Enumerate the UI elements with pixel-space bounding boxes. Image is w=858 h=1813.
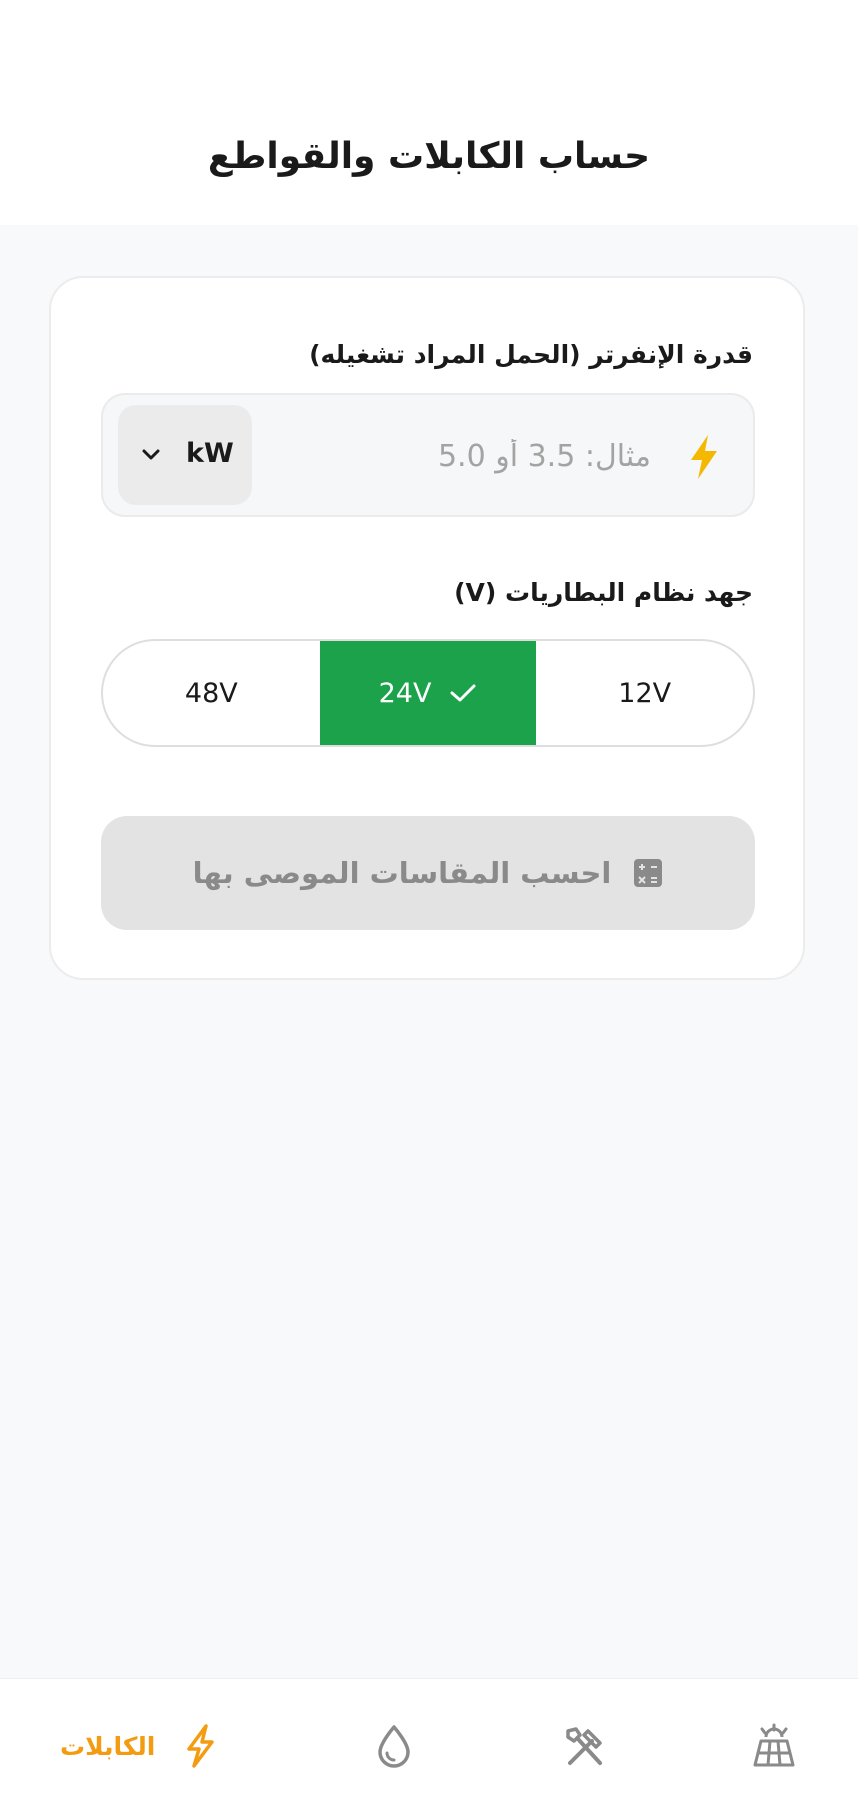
voltage-selector: 48V 24V 12V <box>101 639 755 747</box>
check-icon <box>450 684 476 702</box>
inverter-power-label: قدرة الإنفرتر (الحمل المراد تشغيله) <box>309 340 753 369</box>
calculate-button-label: احسب المقاسات الموصى بها <box>192 856 612 890</box>
lightning-icon <box>187 1724 215 1768</box>
nav-item-cables[interactable]: الكابلات <box>60 1679 219 1813</box>
nav-item-label: الكابلات <box>60 1731 156 1761</box>
voltage-option-label: 48V <box>184 677 238 709</box>
voltage-option-label: 12V <box>618 677 672 709</box>
lightning-icon <box>691 435 717 479</box>
chevron-down-icon <box>142 449 160 460</box>
bottom-nav: الكابلات <box>0 1678 858 1813</box>
nav-item-solar[interactable] <box>752 1679 796 1813</box>
tools-icon <box>566 1727 602 1765</box>
unit-selected-value: kW <box>186 438 234 469</box>
calculator-card: قدرة الإنفرتر (الحمل المراد تشغيله) kW ج… <box>49 276 805 980</box>
nav-item-tools[interactable] <box>562 1679 608 1813</box>
battery-voltage-label: جهد نظام البطاريات (V) <box>454 578 753 607</box>
nav-item-water[interactable] <box>374 1679 414 1813</box>
inverter-power-input[interactable] <box>289 423 653 489</box>
voltage-option-label: 24V <box>378 677 432 709</box>
voltage-option-12v[interactable]: 12V <box>536 641 753 745</box>
inverter-power-field: kW <box>101 393 755 517</box>
app-header: حساب الكابلات والقواطع <box>0 0 858 225</box>
calculator-icon <box>634 859 663 887</box>
voltage-option-48v[interactable]: 48V <box>103 641 320 745</box>
unit-dropdown[interactable]: kW <box>118 405 252 505</box>
solar-panel-icon <box>753 1723 795 1767</box>
voltage-option-24v[interactable]: 24V <box>319 641 537 745</box>
page-title: حساب الكابلات والقواطع <box>207 136 651 177</box>
calculate-button[interactable]: احسب المقاسات الموصى بها <box>101 816 755 930</box>
water-drop-icon <box>378 1725 410 1768</box>
